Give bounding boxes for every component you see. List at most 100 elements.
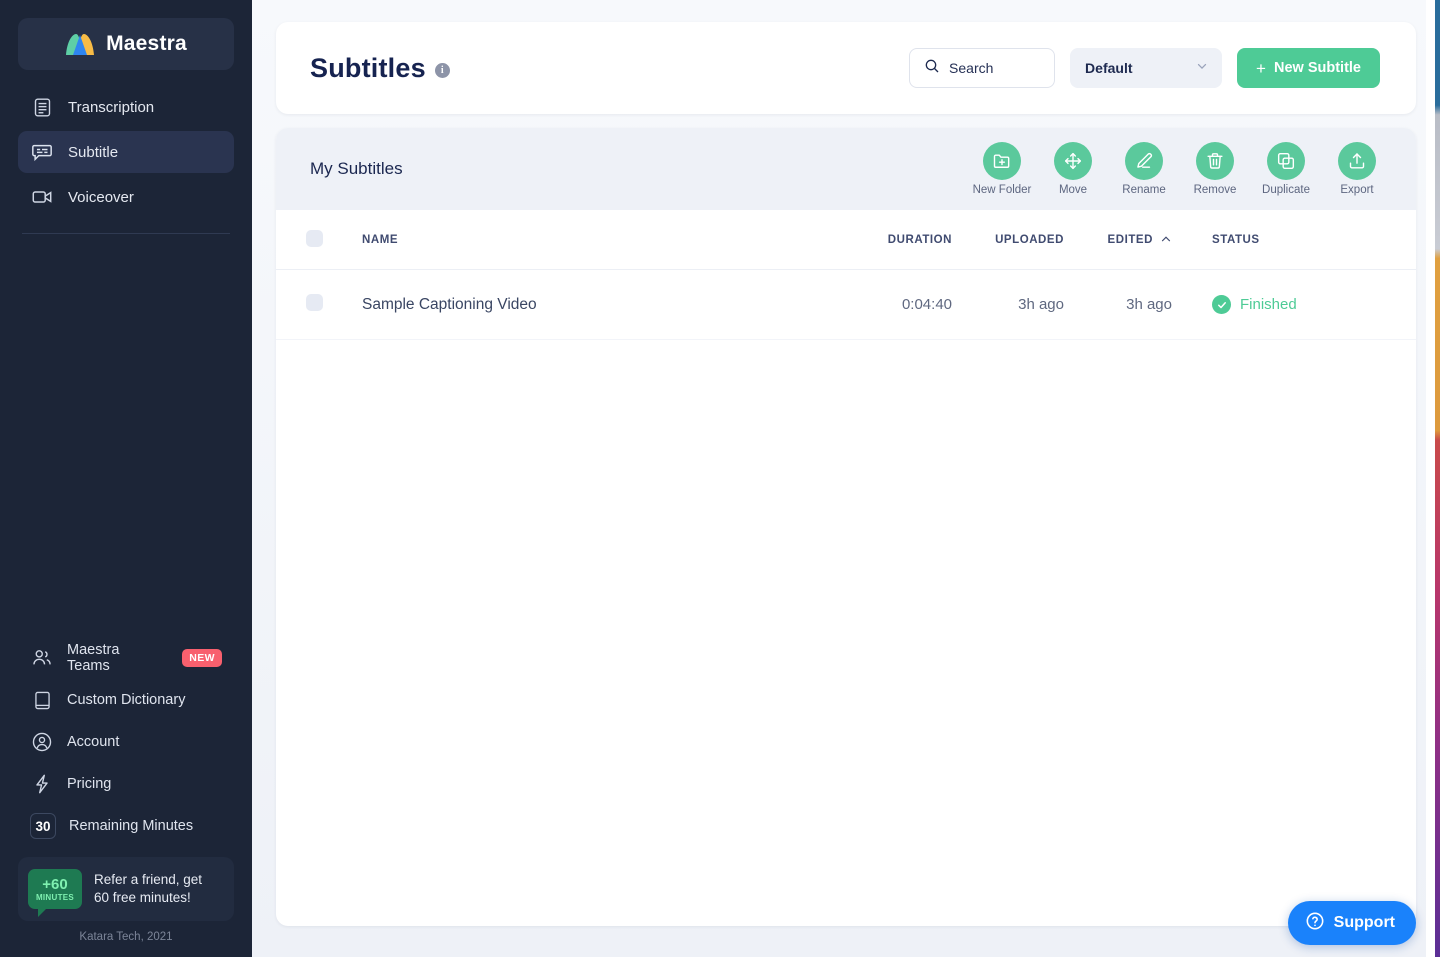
column-header-duration[interactable]: DURATION [846,210,966,270]
referral-card[interactable]: +60 MINUTES Refer a friend, get 60 free … [18,857,234,921]
column-header-status[interactable]: STATUS [1186,210,1416,270]
sidebar-item-label: Transcription [68,98,155,116]
sidebar-item-maestra-teams[interactable]: Maestra Teams NEW [18,637,234,679]
toolbar-title: My Subtitles [310,159,403,178]
new-subtitle-button[interactable]: + New Subtitle [1237,48,1380,88]
book-icon [30,688,54,712]
copy-icon [1267,142,1305,180]
referral-line-2: 60 free minutes! [94,890,191,905]
folder-select[interactable]: Default [1070,48,1223,88]
header-actions: Search Default + New Subtitle [909,48,1380,88]
status-label: Finished [1240,296,1297,313]
tool-label: Rename [1122,184,1166,196]
toolbar-actions: New Folder Move Rename Remove Duplicate … [973,142,1386,196]
select-all-checkbox[interactable] [306,230,323,247]
pencil-icon [1125,142,1163,180]
lightning-bolt-icon [30,772,54,796]
column-header-edited[interactable]: EDITED [1078,210,1186,270]
scroll-gutter[interactable] [1426,0,1435,957]
upload-box-icon [1338,142,1376,180]
subtitle-bubble-icon [30,140,54,164]
chevron-up-icon [1160,233,1172,248]
check-circle-icon [1212,295,1231,314]
sidebar-item-label: Remaining Minutes [69,818,194,834]
users-icon [30,646,54,670]
cell-duration: 0:04:40 [846,269,966,340]
duplicate-button[interactable]: Duplicate [1257,142,1315,196]
sidebar-item-subtitle[interactable]: Subtitle [18,131,234,173]
new-folder-button[interactable]: New Folder [973,142,1031,196]
column-header-uploaded[interactable]: UPLOADED [966,210,1078,270]
chevron-down-icon [1195,59,1209,78]
sidebar-item-label: Subtitle [68,143,119,161]
support-label: Support [1333,914,1395,931]
move-button[interactable]: Move [1044,142,1102,196]
document-lines-icon [30,95,54,119]
new-subtitle-label: New Subtitle [1273,60,1361,76]
remaining-minutes-count: 30 [30,813,56,839]
referral-badge-unit: MINUTES [35,892,75,902]
cell-uploaded: 3h ago [966,269,1078,340]
referral-line-1: Refer a friend, get [94,871,203,887]
sidebar-item-label: Custom Dictionary [67,692,186,708]
move-arrows-icon [1054,142,1092,180]
cell-edited: 3h ago [1078,269,1186,340]
column-header-name[interactable]: NAME [362,210,846,270]
sidebar-item-account[interactable]: Account [18,721,234,763]
remove-button[interactable]: Remove [1186,142,1244,196]
sidebar-item-label: Account [67,734,120,750]
page-title-wrap: Subtitles i [310,53,450,84]
sidebar-bottom-nav: Maestra Teams NEW Custom Dictionary Acco… [18,637,234,957]
cell-status: Finished [1186,269,1416,340]
table-row[interactable]: Sample Captioning Video 0:04:40 3h ago 3… [276,269,1416,340]
search-input[interactable]: Search [909,48,1056,88]
select-all-header [276,210,362,270]
referral-text: Refer a friend, get 60 free minutes! [94,871,202,907]
info-icon[interactable]: i [434,63,450,78]
trash-icon [1196,142,1234,180]
main-content: Subtitles i Search Default + New Subtitl… [252,0,1440,957]
table-header: NAME DURATION UPLOADED EDITED STATUS [276,210,1416,270]
status-badge: Finished [1212,295,1416,314]
column-header-edited-label: EDITED [1107,234,1153,246]
page-title: Subtitles [310,52,426,83]
search-icon [924,58,940,79]
page-header: Subtitles i Search Default + New Subtitl… [276,22,1416,114]
brand-logo[interactable]: Maestra [18,18,234,70]
tool-label: Move [1058,184,1088,196]
folder-plus-icon [983,142,1021,180]
browser-edge-strip [1435,0,1440,957]
copyright-text: Katara Tech, 2021 [79,931,173,943]
table-body: Sample Captioning Video 0:04:40 3h ago 3… [276,269,1416,340]
export-button[interactable]: Export [1328,142,1386,196]
subtitles-panel: My Subtitles New Folder Move Rename Remo… [276,128,1416,926]
folder-select-value: Default [1085,60,1133,76]
sidebar-item-transcription[interactable]: Transcription [18,86,234,128]
rename-button[interactable]: Rename [1115,142,1173,196]
support-button[interactable]: Support [1287,901,1416,945]
sidebar-item-pricing[interactable]: Pricing [18,763,234,805]
sidebar-item-voiceover[interactable]: Voiceover [18,176,234,218]
status-badge-new: NEW [182,649,222,667]
cell-name[interactable]: Sample Captioning Video [362,269,846,340]
sidebar-item-remaining-minutes[interactable]: 30 Remaining Minutes [18,805,234,847]
row-checkbox[interactable] [306,294,323,311]
tool-label: New Folder [972,184,1032,196]
sidebar-item-label: Voiceover [68,188,134,206]
brand-name: Maestra [106,32,187,55]
question-circle-icon [1305,911,1325,936]
sidebar-item-label: Maestra Teams [67,642,120,674]
plus-icon: + [1256,58,1266,78]
sidebar: Maestra Transcription Subtitle Voiceover… [0,0,252,957]
maestra-logo-icon [65,32,95,56]
user-circle-icon [30,730,54,754]
subtitles-toolbar: My Subtitles New Folder Move Rename Remo… [276,128,1416,210]
tool-label: Remove [1193,184,1237,196]
tool-label: Duplicate [1262,184,1310,196]
sort-edited[interactable]: EDITED [1108,233,1172,248]
tool-label: Export [1340,184,1374,196]
table-header-row: NAME DURATION UPLOADED EDITED STATUS [276,210,1416,270]
search-placeholder: Search [949,60,994,76]
subtitles-table: NAME DURATION UPLOADED EDITED STATUS Sam… [276,210,1416,340]
sidebar-item-custom-dictionary[interactable]: Custom Dictionary [18,679,234,721]
